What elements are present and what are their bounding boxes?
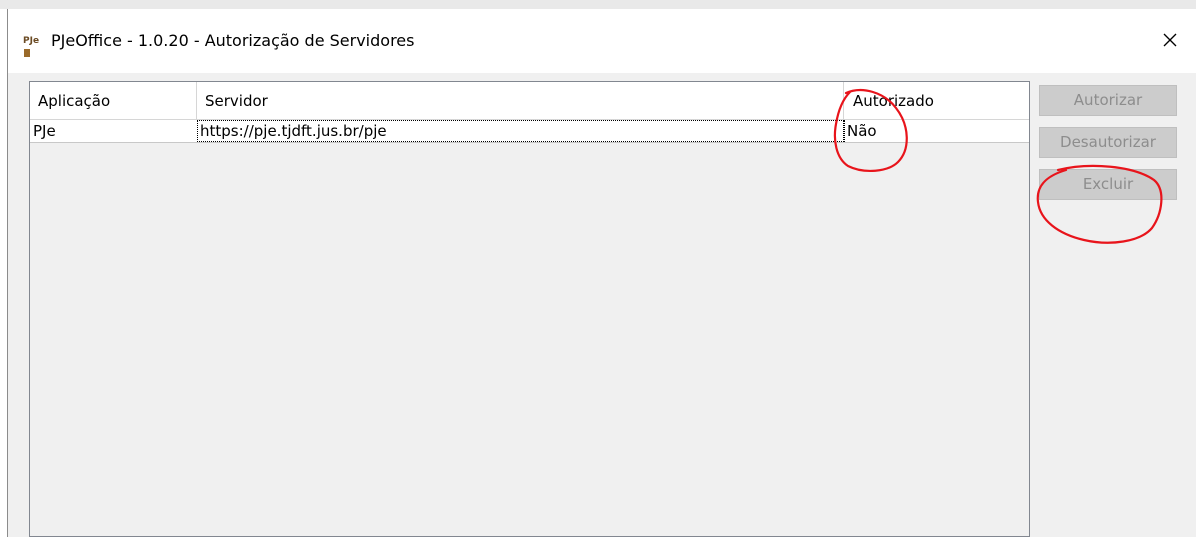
close-button[interactable]: [1156, 26, 1184, 54]
window-title: PJeOffice - 1.0.20 - Autorização de Serv…: [51, 31, 415, 50]
cell-servidor[interactable]: https://pje.tjdft.jus.br/pje: [197, 120, 844, 142]
column-header-autorizado[interactable]: Autorizado: [844, 82, 1029, 119]
excluir-button[interactable]: Excluir: [1039, 169, 1177, 200]
app-logo-text: PJe: [23, 36, 40, 46]
autorizar-button[interactable]: Autorizar: [1039, 85, 1177, 116]
table-header: Aplicação Servidor Autorizado: [30, 82, 1029, 120]
title-bar: PJe PJeOffice - 1.0.20 - Autorização de …: [8, 9, 1196, 73]
desautorizar-button[interactable]: Desautorizar: [1039, 127, 1177, 158]
cell-aplicacao[interactable]: PJe: [30, 120, 197, 142]
app-logo-icon: PJe: [23, 35, 45, 57]
close-icon: [1163, 33, 1177, 47]
column-header-servidor[interactable]: Servidor: [197, 82, 844, 119]
cell-autorizado[interactable]: Não: [844, 120, 1029, 142]
table-row[interactable]: PJe https://pje.tjdft.jus.br/pje Não: [30, 120, 1029, 143]
logo-mark: [24, 48, 30, 57]
servers-table[interactable]: Aplicação Servidor Autorizado PJe https:…: [29, 81, 1030, 537]
column-header-aplicacao[interactable]: Aplicação: [30, 82, 197, 119]
background-strip: [0, 0, 1196, 9]
dialog-window: PJe PJeOffice - 1.0.20 - Autorização de …: [7, 9, 1196, 537]
